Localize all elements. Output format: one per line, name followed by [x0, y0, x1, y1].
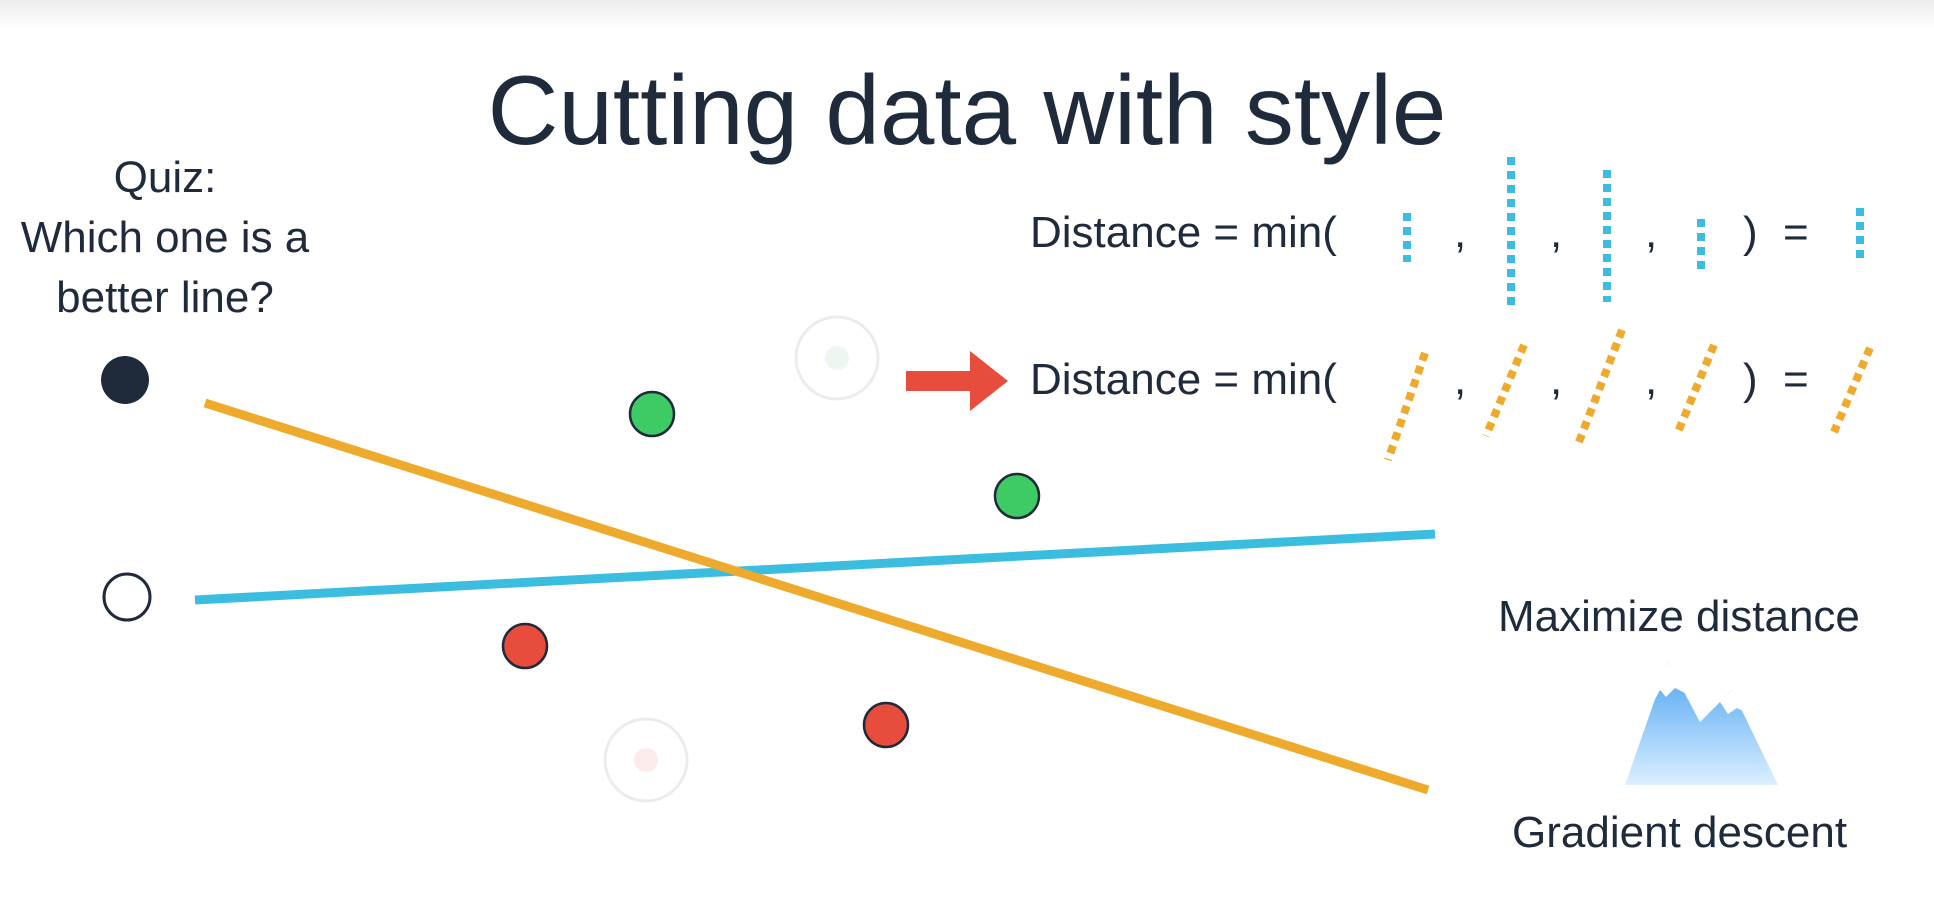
orange-bar-3: [1573, 328, 1626, 449]
blue-line: [194, 529, 1436, 605]
orange-line: [203, 398, 1430, 795]
legend-point-hollow: [102, 572, 152, 622]
orange-bar-4: [1674, 343, 1718, 434]
orange-bar-2: [1482, 343, 1528, 438]
orange-bar-1: [1384, 351, 1429, 462]
red-point: [862, 701, 910, 749]
faint-circle-top: [794, 315, 880, 401]
diagram-canvas: [101, 157, 1874, 803]
green-point: [628, 390, 676, 438]
green-point: [993, 472, 1041, 520]
formula-blue-sep-3: ,: [1645, 208, 1658, 257]
formula-orange-sep-2: ,: [1550, 355, 1563, 404]
formula-blue-sep-1: ,: [1454, 208, 1467, 257]
red-point: [501, 622, 549, 670]
formula-blue-close: ): [1743, 208, 1758, 257]
formula-orange-sep-3: ,: [1645, 355, 1658, 404]
orange-bar-result: [1830, 346, 1874, 434]
maximize-distance-label: Maximize distance: [1498, 592, 1860, 641]
formula-orange-sep-1: ,: [1454, 355, 1467, 404]
formula-blue-equals: =: [1783, 208, 1809, 257]
formula-orange-prefix: Distance = min(: [1030, 355, 1337, 404]
formula-blue-sep-2: ,: [1550, 208, 1563, 257]
formula-orange-close: ): [1743, 355, 1758, 404]
gradient-descent-label: Gradient descent: [1512, 808, 1848, 857]
formula-orange-equals: =: [1783, 355, 1809, 404]
formula-blue-prefix: Distance = min(: [1030, 208, 1337, 257]
faint-circle-bottom: [603, 717, 689, 803]
right-arrow-icon: [906, 351, 1008, 411]
legend-point-dark: [101, 356, 149, 404]
mountain-icon: [1625, 662, 1778, 785]
